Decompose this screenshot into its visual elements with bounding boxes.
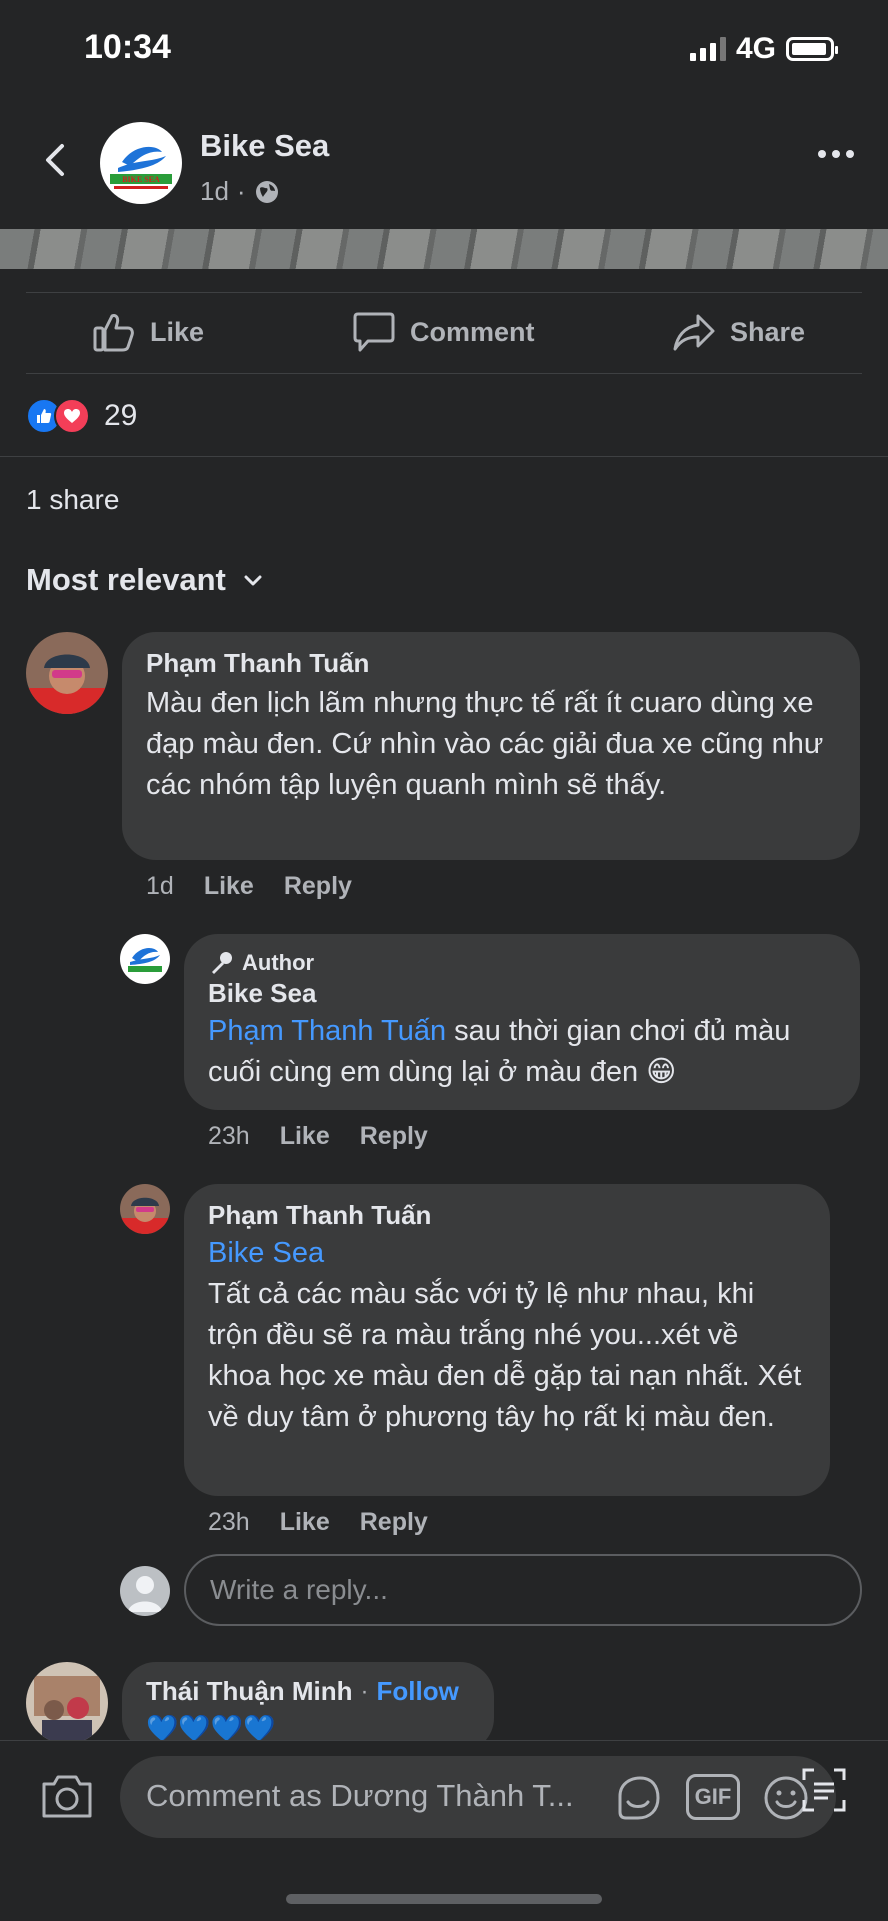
commenter-avatar[interactable]	[26, 632, 108, 714]
reactions-summary[interactable]: 29	[26, 398, 137, 434]
comment-author[interactable]: Phạm Thanh Tuấn	[146, 648, 836, 679]
comment-author[interactable]: Thái Thuận Minh	[146, 1676, 353, 1707]
scan-icon[interactable]	[800, 1766, 848, 1814]
post-photo-strip[interactable]	[0, 229, 888, 269]
comment-placeholder: Comment as Dương Thành T...	[146, 1778, 574, 1813]
reply-bubble[interactable]: Phạm Thanh Tuấn Bike Sea Tất cả các màu …	[184, 1184, 830, 1496]
meta-separator: ·	[236, 176, 246, 206]
comment-actions: 1d Like Reply	[146, 872, 352, 901]
home-indicator	[286, 1894, 602, 1904]
more-options-icon[interactable]	[818, 150, 854, 158]
love-reaction-icon	[54, 398, 90, 434]
reply-reply-button[interactable]: Reply	[360, 1508, 428, 1537]
divider	[26, 373, 862, 374]
reply-input[interactable]: Write a reply...	[184, 1554, 862, 1626]
mention-link[interactable]: Bike Sea	[208, 1233, 806, 1274]
divider	[0, 456, 888, 457]
comment-label: Comment	[410, 316, 535, 347]
reply-reply-button[interactable]: Reply	[360, 1122, 428, 1151]
author-badge: Author	[208, 950, 836, 976]
page-name[interactable]: Bike Sea	[200, 128, 329, 164]
gif-button[interactable]: GIF	[686, 1774, 740, 1820]
share-icon	[673, 314, 715, 351]
globe-icon	[255, 180, 278, 203]
reply-author[interactable]: Bike Sea	[208, 978, 836, 1009]
reaction-count: 29	[104, 399, 138, 432]
microphone-icon	[212, 952, 232, 974]
post-time: 1d	[200, 176, 229, 206]
reply-like-button[interactable]: Like	[280, 1122, 330, 1151]
status-time: 10:34	[84, 28, 171, 66]
comment-text: Màu đen lịch lãm nhưng thực tế rất ít cu…	[146, 687, 824, 801]
share-button[interactable]: Share	[672, 310, 805, 354]
signal-icon	[689, 37, 726, 61]
author-avatar[interactable]	[120, 934, 170, 984]
comment-bubble[interactable]: Thái Thuận Minh · Follow 💙💙💙💙	[122, 1662, 494, 1752]
chevron-down-icon	[244, 575, 262, 586]
battery-icon	[786, 37, 838, 61]
reply-text: Bike Sea Tất cả các màu sắc với tỷ lệ nh…	[208, 1233, 806, 1438]
network-label: 4G	[735, 32, 776, 65]
post-meta: 1d ·	[200, 176, 280, 207]
comment-bubble[interactable]: Phạm Thanh Tuấn Màu đen lịch lãm nhưng t…	[122, 632, 860, 860]
bike-sea-logo: BIKE SEA	[110, 146, 172, 189]
sort-label: Most relevant	[26, 562, 226, 597]
reply-bubble[interactable]: Author Bike Sea Phạm Thanh Tuấn sau thời…	[184, 934, 860, 1110]
page-avatar[interactable]: BIKE SEA	[100, 122, 182, 204]
follow-button[interactable]: Follow	[377, 1676, 459, 1707]
like-label: Like	[150, 316, 205, 347]
mention-link[interactable]: Phạm Thanh Tuấn	[208, 1015, 446, 1047]
comment-like-button[interactable]: Like	[204, 872, 254, 901]
commenter-avatar[interactable]	[120, 1184, 170, 1234]
author-badge-label: Author	[242, 950, 315, 975]
divider	[26, 292, 862, 293]
sticker-icon[interactable]	[612, 1772, 664, 1824]
follow-separator: ·	[360, 1677, 369, 1705]
share-label: Share	[730, 316, 806, 347]
reply-actions: 23h Like Reply	[208, 1508, 428, 1537]
thumbs-up-icon	[93, 314, 134, 352]
status-indicators: 4G	[689, 32, 838, 66]
sort-dropdown[interactable]: Most relevant	[26, 562, 264, 598]
reply-time: 23h	[208, 1508, 250, 1536]
reply-text: Phạm Thanh Tuấn sau thời gian chơi đủ mà…	[208, 1011, 836, 1093]
like-button[interactable]: Like	[92, 310, 204, 354]
share-count[interactable]: 1 share	[26, 484, 119, 516]
comment-icon	[353, 312, 395, 352]
reply-like-button[interactable]: Like	[280, 1508, 330, 1537]
reply-actions: 23h Like Reply	[208, 1122, 428, 1151]
commenter-avatar[interactable]	[26, 1662, 108, 1744]
reply-time: 23h	[208, 1122, 250, 1150]
reply-author[interactable]: Phạm Thanh Tuấn	[208, 1200, 806, 1231]
person-icon	[128, 1576, 162, 1612]
reply-body: Tất cả các màu sắc với tỷ lệ như nhau, k…	[208, 1278, 802, 1433]
comment-button[interactable]: Comment	[352, 310, 535, 354]
comment-reply-button[interactable]: Reply	[284, 872, 352, 901]
camera-icon[interactable]	[40, 1772, 94, 1820]
logo-text: BIKE SEA	[122, 175, 160, 184]
comment-time: 1d	[146, 872, 174, 900]
user-avatar-placeholder	[120, 1566, 170, 1616]
back-icon[interactable]	[36, 140, 76, 180]
